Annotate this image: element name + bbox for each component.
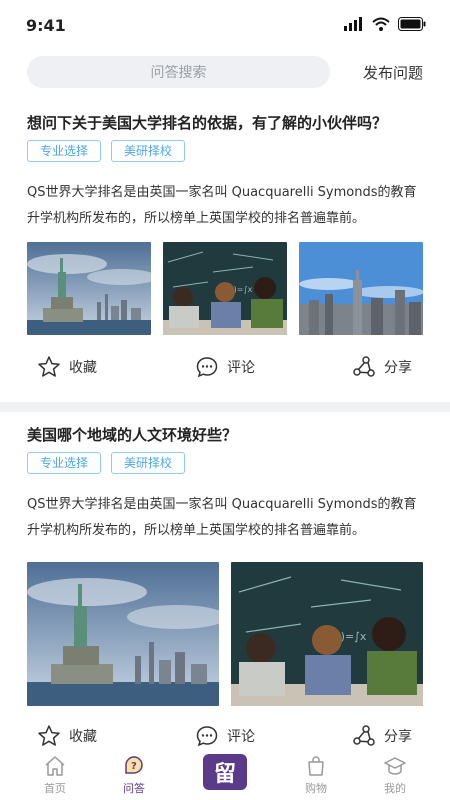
question-desc: QS世界大学排名是由英国一家名叫 Quacquarelli Symonds的教育… — [27, 185, 417, 226]
search-input[interactable]: 问答搜索 — [27, 56, 330, 88]
city-skyline-image[interactable] — [299, 242, 423, 335]
graduation-cap-icon — [384, 757, 406, 775]
comment-icon — [196, 726, 218, 747]
favorite-label: 收藏 — [69, 360, 97, 376]
question-title[interactable]: 想问下关于美国大学排名的依据，有了解的小伙伴吗？ — [27, 112, 427, 133]
bottom-tab-bar: 首页 ? 问答 留 购物 我的 — [0, 748, 450, 800]
tag-school[interactable]: 美研择校 — [111, 140, 186, 162]
home-icon — [45, 756, 65, 776]
share-label: 分享 — [384, 360, 412, 376]
favorite-button[interactable]: 收藏 — [37, 355, 97, 379]
tag-school[interactable]: 美研择校 — [111, 452, 186, 474]
share-label: 分享 — [384, 729, 412, 745]
comment-label: 评论 — [227, 360, 255, 376]
tag-major[interactable]: 专业选择 — [27, 140, 102, 162]
share-icon — [353, 725, 375, 746]
tab-shop[interactable]: 购物 — [291, 754, 341, 796]
favorite-label: 收藏 — [69, 729, 97, 745]
question-title[interactable]: 美国哪个地域的人文环境好些？ — [27, 424, 427, 445]
tab-qa-label: 问答 — [123, 782, 145, 795]
center-action-button[interactable]: 留 — [203, 754, 247, 790]
status-bar: 9:41 — [0, 0, 450, 50]
share-button[interactable]: 分享 — [352, 724, 412, 748]
comment-label: 评论 — [227, 729, 255, 745]
tab-mine[interactable]: 我的 — [370, 754, 420, 796]
status-icons — [344, 17, 426, 31]
tab-shop-label: 购物 — [305, 782, 327, 795]
comment-button[interactable]: 评论 — [195, 355, 255, 379]
tab-home[interactable]: 首页 — [30, 754, 80, 796]
battery-icon — [398, 17, 426, 31]
svg-text:?: ? — [131, 761, 137, 772]
tab-mine-label: 我的 — [384, 782, 406, 795]
share-button[interactable]: 分享 — [352, 355, 412, 379]
students-classroom-image[interactable]: f(x)=∫x — [231, 562, 423, 706]
favorite-button[interactable]: 收藏 — [37, 724, 97, 748]
share-icon — [353, 356, 375, 377]
tag-major[interactable]: 专业选择 — [27, 452, 102, 474]
comment-icon — [196, 357, 218, 378]
star-icon — [38, 725, 60, 746]
statue-of-liberty-image[interactable] — [27, 242, 151, 335]
signal-icon — [344, 17, 362, 31]
status-time: 9:41 — [26, 16, 66, 35]
comment-button[interactable]: 评论 — [195, 724, 255, 748]
star-icon — [38, 356, 60, 377]
statue-of-liberty-image[interactable] — [27, 562, 219, 706]
wifi-icon — [372, 17, 390, 31]
students-classroom-image[interactable]: f(x)=∫x — [163, 242, 287, 335]
ask-question-button[interactable]: 发布问题 — [363, 62, 423, 83]
tab-home-label: 首页 — [44, 782, 66, 795]
tab-qa[interactable]: ? 问答 — [109, 754, 159, 796]
search-placeholder: 问答搜索 — [150, 65, 207, 81]
question-icon: ? — [125, 756, 143, 774]
section-divider — [0, 402, 450, 412]
shopping-bag-icon — [308, 756, 324, 776]
question-desc: QS世界大学排名是由英国一家名叫 Quacquarelli Symonds的教育… — [27, 497, 417, 538]
